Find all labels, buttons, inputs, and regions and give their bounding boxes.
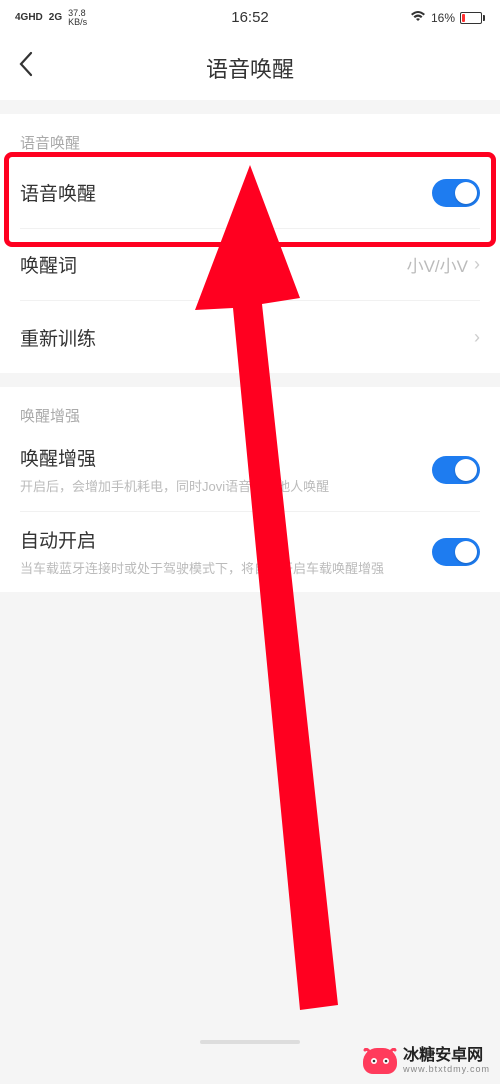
status-time: 16:52 <box>231 9 269 26</box>
row-retrain[interactable]: 重新训练 › <box>20 301 480 373</box>
row-title: 自动开启 <box>20 526 432 553</box>
signal-indicator-1: 4GHD <box>15 12 43 23</box>
row-title: 唤醒词 <box>20 251 407 278</box>
row-desc: 当车载蓝牙连接时或处于驾驶模式下，将自动开启车载唤醒增强 <box>20 559 390 579</box>
page-title: 语音唤醒 <box>206 52 294 84</box>
chevron-right-icon: › <box>474 327 480 348</box>
auto-on-toggle[interactable] <box>432 538 480 566</box>
status-bar: 4GHD 2G 37.8 KB/s 16:52 16% <box>0 0 500 35</box>
network-speed: 37.8 KB/s <box>68 9 87 27</box>
section-voice-wake: 语音唤醒 语音唤醒 唤醒词 小V/小V › 重新训练 › <box>0 114 500 373</box>
chevron-right-icon: › <box>474 254 480 275</box>
section-label: 语音唤醒 <box>20 114 480 157</box>
watermark: 冰糖安卓网 www.btxtdmy.com <box>363 1048 490 1074</box>
back-button[interactable] <box>18 51 34 84</box>
section-label: 唤醒增强 <box>20 387 480 430</box>
home-indicator <box>200 1040 300 1044</box>
battery-icon <box>460 12 485 24</box>
enhance-toggle[interactable] <box>432 456 480 484</box>
wifi-icon <box>410 10 426 25</box>
section-enhance: 唤醒增强 唤醒增强 开启后，会增加手机耗电，同时Jovi语音可被他人唤醒 自动开… <box>0 387 500 592</box>
row-title: 重新训练 <box>20 324 474 351</box>
row-wake-word[interactable]: 唤醒词 小V/小V › <box>20 229 480 301</box>
row-title: 语音唤醒 <box>20 179 432 206</box>
row-desc: 开启后，会增加手机耗电，同时Jovi语音可被他人唤醒 <box>20 477 390 497</box>
nav-header: 语音唤醒 <box>0 35 500 100</box>
row-enhance[interactable]: 唤醒增强 开启后，会增加手机耗电，同时Jovi语音可被他人唤醒 <box>20 430 480 512</box>
battery-percent: 16% <box>431 11 455 25</box>
watermark-text-en: www.btxtdmy.com <box>403 1065 490 1074</box>
row-auto-on[interactable]: 自动开启 当车载蓝牙连接时或处于驾驶模式下，将自动开启车载唤醒增强 <box>20 512 480 593</box>
watermark-mascot-icon <box>363 1048 397 1074</box>
row-voice-wake[interactable]: 语音唤醒 <box>20 157 480 229</box>
voice-wake-toggle[interactable] <box>432 179 480 207</box>
wake-word-value: 小V/小V <box>407 252 468 277</box>
row-title: 唤醒增强 <box>20 444 432 471</box>
watermark-text-cn: 冰糖安卓网 <box>403 1048 490 1065</box>
signal-indicator-2: 2G <box>49 12 62 23</box>
home-indicator-area <box>0 1040 500 1044</box>
